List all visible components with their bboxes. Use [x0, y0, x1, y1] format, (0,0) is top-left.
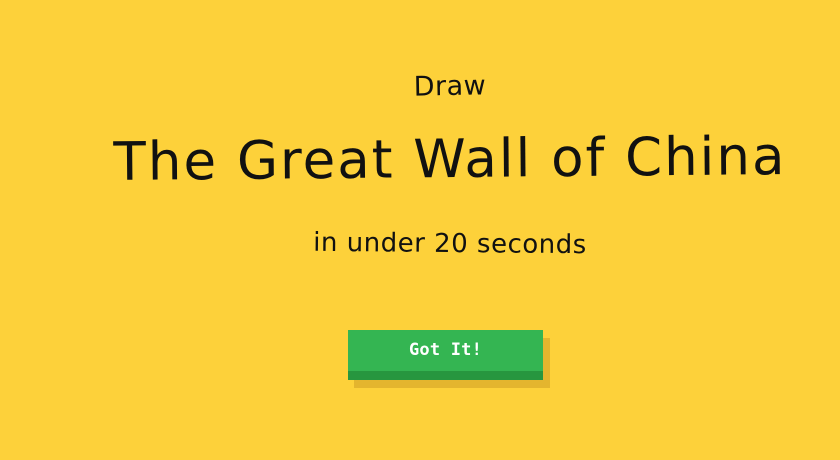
game-intro-screen: { "colors": { "background": "#FDD13A", "… — [0, 0, 840, 460]
prompt-prefix: Draw — [413, 70, 487, 103]
got-it-button-label: Got It! — [408, 340, 483, 360]
draw-prompt: Draw The Great Wall of China in under 20… — [0, 0, 840, 460]
button-edge — [348, 371, 543, 380]
prompt-time-limit: in under 20 seconds — [313, 227, 587, 261]
got-it-button[interactable]: Got It! — [348, 330, 543, 380]
prompt-subject: The Great Wall of China — [113, 126, 787, 193]
got-it-button-container: Got It! — [348, 330, 550, 388]
